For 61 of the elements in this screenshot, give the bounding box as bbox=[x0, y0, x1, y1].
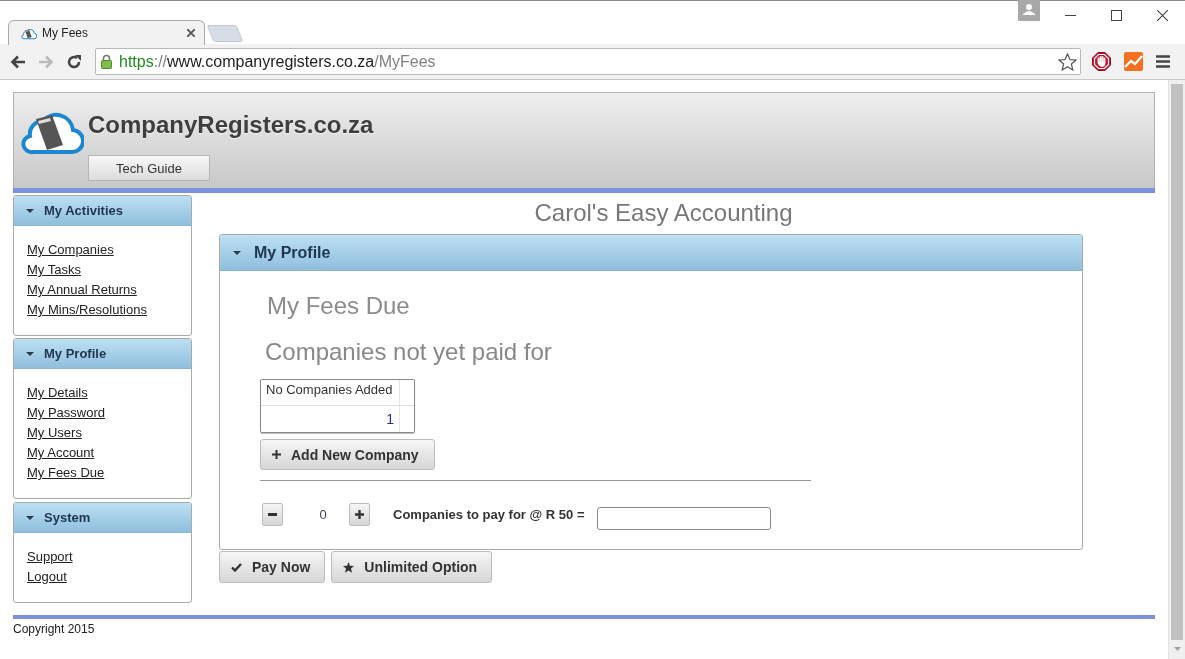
minus-icon bbox=[268, 513, 277, 516]
bookmark-star-icon[interactable] bbox=[1058, 52, 1077, 71]
panel-header[interactable]: My Profile bbox=[220, 235, 1082, 271]
section-subheading: Companies not yet paid for bbox=[264, 337, 553, 367]
line-chart-icon[interactable] bbox=[1124, 52, 1143, 71]
sidebar-panel-header[interactable]: My Profile bbox=[14, 339, 191, 369]
sidebar-panel-header[interactable]: My Activities bbox=[14, 196, 191, 226]
panel-title: My Profile bbox=[44, 346, 107, 361]
decrement-button[interactable] bbox=[262, 503, 283, 526]
plus-icon bbox=[272, 450, 281, 459]
increment-button[interactable] bbox=[349, 503, 370, 526]
sidebar-link[interactable]: Logout bbox=[27, 567, 67, 587]
maximize-icon[interactable] bbox=[1110, 10, 1122, 21]
reload-icon[interactable] bbox=[66, 53, 82, 70]
menu-icon[interactable] bbox=[1156, 55, 1170, 68]
sidebar-link[interactable]: My Fees Due bbox=[27, 463, 105, 483]
minimize-icon[interactable] bbox=[1064, 15, 1076, 16]
lock-icon bbox=[101, 54, 112, 69]
panel-title: My Activities bbox=[44, 203, 123, 218]
sidebar-link[interactable]: My Account bbox=[27, 443, 95, 463]
table-cell-text: 1 bbox=[385, 410, 395, 429]
sidebar-link[interactable]: My Password bbox=[27, 403, 106, 423]
counter-value: 0 bbox=[318, 507, 328, 522]
sidebar-link[interactable]: My Annual Returns bbox=[27, 280, 137, 300]
caret-down-icon[interactable] bbox=[233, 248, 241, 257]
pay-now-button[interactable]: Pay Now bbox=[219, 551, 326, 583]
panel-title: My Profile bbox=[254, 243, 331, 262]
add-company-button[interactable]: Add New Company bbox=[260, 439, 435, 470]
browser-tab[interactable]: My Fees bbox=[8, 20, 205, 45]
scrollbar[interactable] bbox=[1168, 80, 1185, 659]
site-title: CompanyRegisters.co.za bbox=[88, 110, 374, 140]
close-icon[interactable] bbox=[187, 29, 195, 37]
pay-label: Companies to pay for @ R 50 = bbox=[393, 507, 585, 522]
plus-icon bbox=[355, 510, 364, 519]
cloud-favicon-icon bbox=[21, 26, 37, 40]
sidebar-panel-header[interactable]: System bbox=[14, 503, 191, 533]
caret-down-icon[interactable] bbox=[26, 513, 34, 522]
sidebar-link[interactable]: My Tasks bbox=[27, 260, 81, 280]
amount-field[interactable] bbox=[597, 507, 772, 530]
sidebar-link[interactable]: My Mins/Resolutions bbox=[27, 300, 147, 320]
option-button[interactable]: Unlimited Option bbox=[331, 551, 493, 583]
page-title: Carol's Easy Accounting bbox=[533, 198, 794, 228]
address-bar[interactable]: https://www.companyregisters.co.za/MyFees bbox=[95, 48, 1081, 75]
close-icon[interactable] bbox=[1156, 10, 1168, 21]
stop-hand-icon[interactable] bbox=[1092, 52, 1111, 71]
sidebar-link[interactable]: My Users bbox=[27, 423, 82, 443]
table-cell bbox=[399, 380, 414, 406]
section-heading: My Fees Due bbox=[266, 291, 411, 321]
back-arrow-icon[interactable] bbox=[10, 54, 26, 69]
check-icon bbox=[231, 562, 242, 572]
panel-title: System bbox=[44, 510, 91, 525]
copyright-text: Copyright 2015 bbox=[13, 622, 96, 636]
tech-guide-button[interactable]: Tech Guide bbox=[88, 155, 210, 181]
url-text: https://www.companyregisters.co.za/MyFees bbox=[119, 52, 437, 71]
star-icon bbox=[343, 561, 355, 573]
sidebar-link[interactable]: My Details bbox=[27, 383, 88, 403]
caret-down-icon[interactable] bbox=[26, 349, 34, 358]
caret-down-icon[interactable] bbox=[26, 206, 34, 215]
column-header: No Companies Added bbox=[261, 380, 399, 406]
sidebar-link[interactable]: My Companies bbox=[27, 240, 114, 260]
sidebar-link[interactable]: Support bbox=[27, 547, 73, 567]
